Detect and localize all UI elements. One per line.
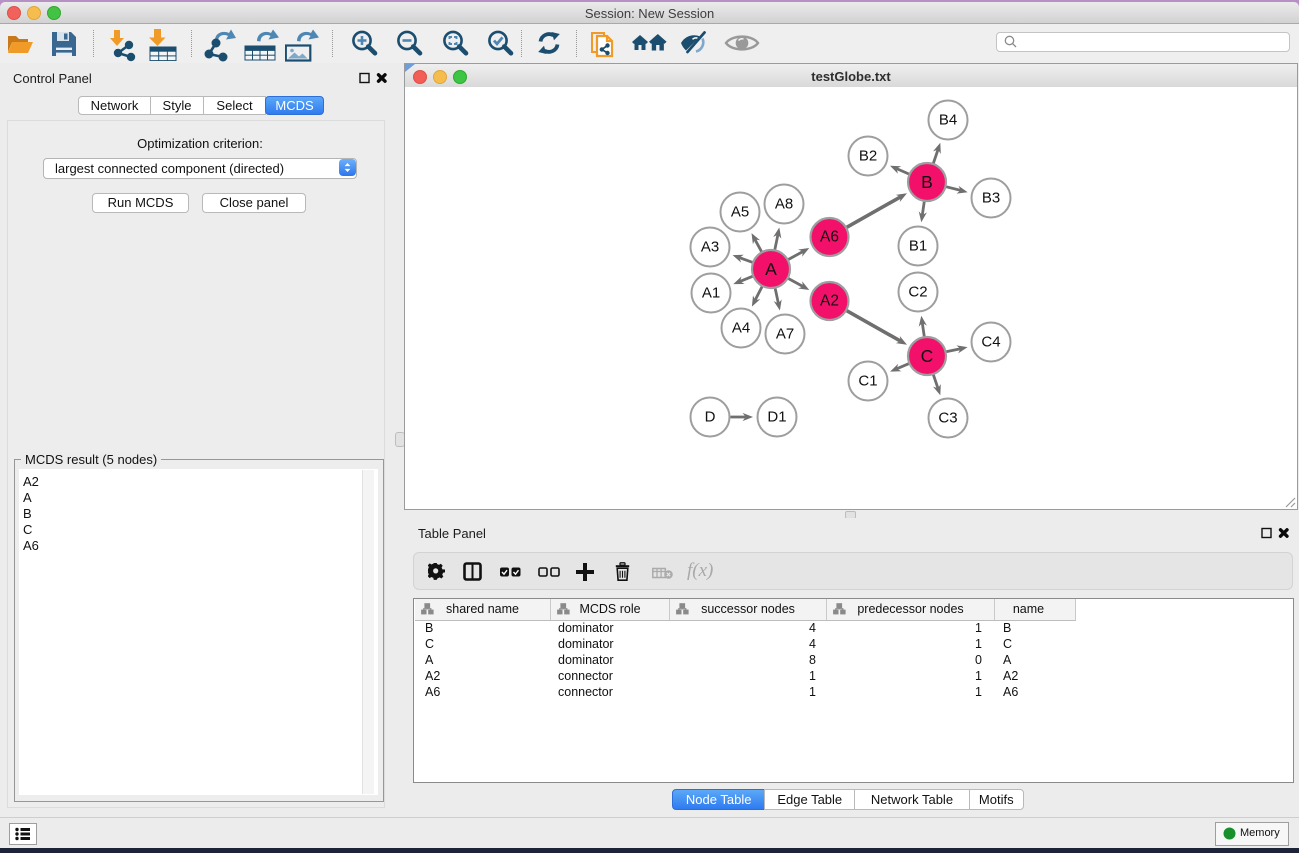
svg-text:A8: A8	[775, 196, 793, 213]
svg-text:C4: C4	[981, 334, 1000, 351]
svg-text:D1: D1	[767, 409, 786, 426]
svg-text:A6: A6	[820, 229, 839, 246]
svg-text:B3: B3	[982, 190, 1000, 207]
svg-text:A5: A5	[731, 204, 749, 221]
svg-text:C1: C1	[858, 373, 877, 390]
svg-text:A1: A1	[702, 285, 720, 302]
svg-text:A2: A2	[820, 293, 839, 310]
svg-text:B: B	[921, 172, 933, 192]
svg-text:D: D	[705, 409, 716, 426]
svg-text:A4: A4	[732, 320, 750, 337]
svg-text:A7: A7	[776, 326, 794, 343]
svg-text:B4: B4	[939, 112, 957, 129]
svg-text:A3: A3	[701, 239, 719, 256]
svg-text:C3: C3	[938, 410, 957, 427]
svg-text:B2: B2	[859, 148, 877, 165]
svg-text:C2: C2	[908, 284, 927, 301]
svg-text:A: A	[765, 259, 777, 279]
svg-text:B1: B1	[909, 238, 927, 255]
svg-text:C: C	[921, 346, 934, 366]
